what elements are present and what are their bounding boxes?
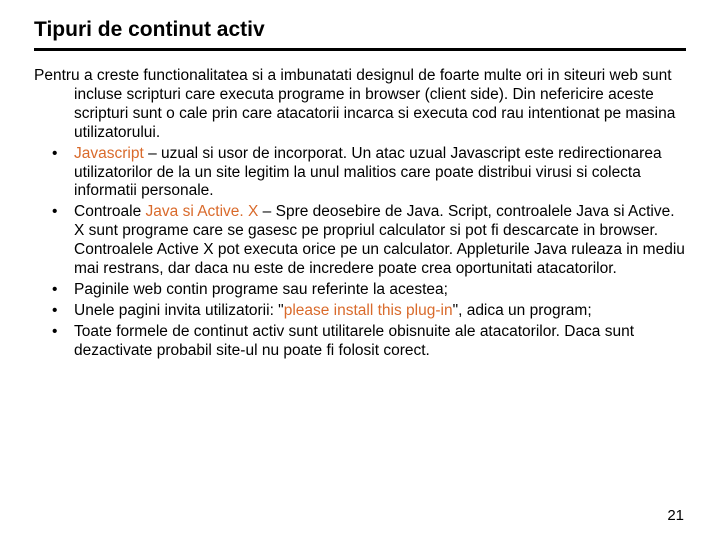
bullet-java-activex: Controale Java si Active. X – Spre deose… bbox=[74, 203, 686, 279]
bullet-javascript: Javascript – uzual si usor de incorporat… bbox=[74, 145, 686, 202]
slide-body: Pentru a creste functionalitatea si a im… bbox=[34, 67, 686, 361]
bullet-list: Javascript – uzual si usor de incorporat… bbox=[34, 145, 686, 361]
intro-paragraph: Pentru a creste functionalitatea si a im… bbox=[34, 67, 686, 143]
bullet-text: Controale bbox=[74, 203, 146, 220]
bullet-webpages: Paginile web contin programe sau referin… bbox=[74, 281, 686, 300]
bullet-text: – uzual si usor de incorporat. Un atac u… bbox=[74, 145, 662, 200]
page-number: 21 bbox=[667, 507, 684, 524]
keyword-java-activex: Java si Active. X bbox=[146, 203, 259, 220]
bullet-plugin: Unele pagini invita utilizatorii: "pleas… bbox=[74, 302, 686, 321]
slide-title: Tipuri de continut activ bbox=[34, 18, 686, 42]
title-rule bbox=[34, 48, 686, 51]
keyword-javascript: Javascript bbox=[74, 145, 144, 162]
bullet-all-forms: Toate formele de continut activ sunt uti… bbox=[74, 323, 686, 361]
bullet-text: ", adica un program; bbox=[453, 302, 592, 319]
keyword-plugin-quote: please install this plug-in bbox=[284, 302, 453, 319]
bullet-text: Unele pagini invita utilizatorii: " bbox=[74, 302, 284, 319]
